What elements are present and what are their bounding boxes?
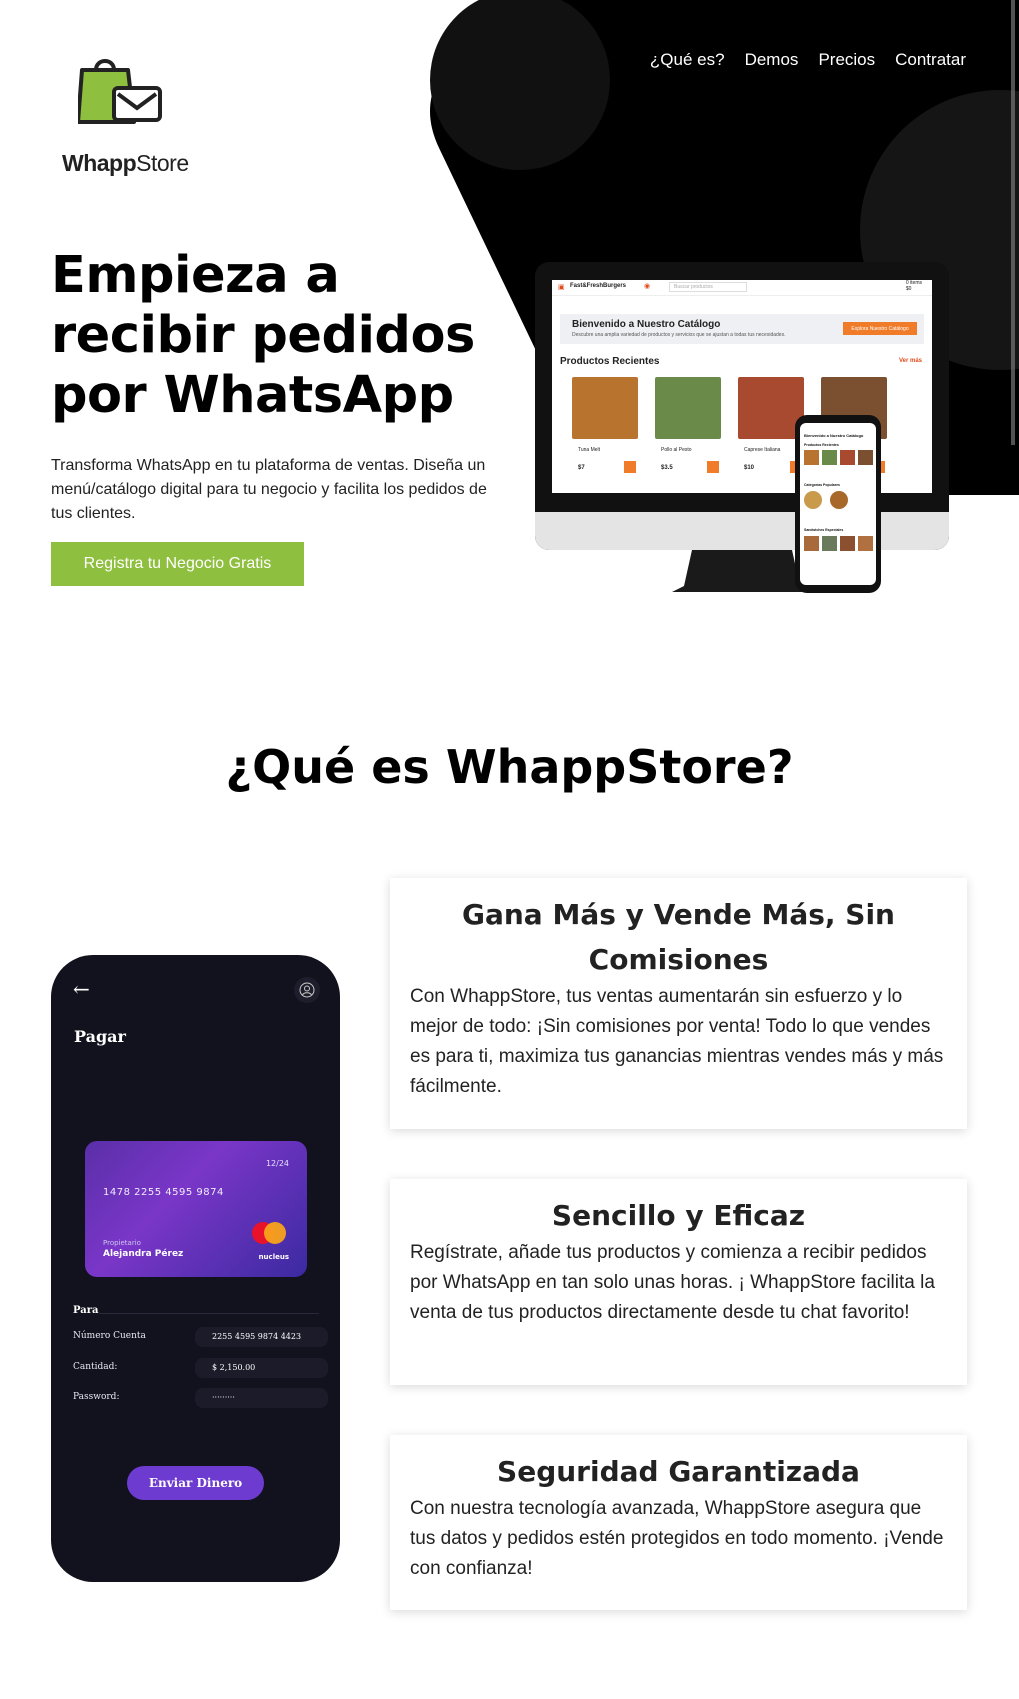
product-card[interactable]: Tuna Melt $7 (572, 377, 644, 477)
mastercard-icon (252, 1222, 286, 1244)
nav-precios[interactable]: Precios (818, 50, 875, 70)
send-money-button[interactable]: Enviar Dinero (127, 1466, 264, 1500)
add-to-cart-icon[interactable] (624, 461, 636, 473)
feature-text: Con WhappStore, tus ventas aumentarán si… (410, 986, 944, 1097)
password-row: Password: ········· (73, 1388, 328, 1408)
banner-description: Descubre una amplia variedad de producto… (572, 332, 786, 338)
user-icon[interactable] (294, 977, 320, 1003)
amount-field[interactable]: $ 2,150.00 (195, 1358, 328, 1378)
location-icon: ◉ (644, 283, 651, 290)
feature-text: Con nuestra tecnología avanzada, WhappSt… (410, 1498, 944, 1579)
catalog-banner: Bienvenido a Nuestro Catálogo Descubre u… (560, 314, 924, 344)
mini-product-image (804, 536, 819, 551)
mini-categories-title: Categorías Populares (804, 483, 840, 487)
hero-title: Empieza a recibir pedidos por WhatsApp (51, 246, 475, 425)
register-button[interactable]: Registra tu Negocio Gratis (51, 542, 304, 586)
product-price: $3.5 (661, 465, 673, 471)
mini-title: Bienvenido a Nuestro Catálogo (804, 433, 864, 438)
brand-logo[interactable]: WhappStore (62, 52, 202, 182)
nav-contratar[interactable]: Contratar (895, 50, 966, 70)
monitor-chin (535, 512, 949, 550)
feature-title: Seguridad Garantizada (497, 1455, 860, 1488)
card-brand: nucleus (258, 1253, 289, 1261)
account-row: Número Cuenta 2255 4595 9874 4423 (73, 1327, 328, 1347)
account-label: Número Cuenta (73, 1331, 146, 1341)
store-name: Fast&FreshBurgers (570, 283, 627, 289)
cart-summary[interactable]: 0 items $0 (906, 280, 922, 292)
mini-category-image (804, 491, 822, 509)
amount-row: Cantidad: $ 2,150.00 (73, 1358, 328, 1378)
password-label: Password: (73, 1392, 120, 1402)
see-more-link[interactable]: Ver más (899, 358, 922, 364)
product-image (655, 377, 721, 439)
product-name: Tuna Melt (578, 447, 601, 453)
catalog-search[interactable]: Buscar productos (669, 282, 747, 292)
banner-title: Bienvenido a Nuestro Catálogo (572, 319, 721, 330)
nav-que-es[interactable]: ¿Qué es? (650, 50, 725, 70)
card-expiry: 12/24 (265, 1159, 289, 1168)
mini-recent-title: Productos Recientes (804, 443, 839, 447)
add-to-cart-icon[interactable] (707, 461, 719, 473)
feature-text: Regístrate, añade tus productos y comien… (410, 1242, 935, 1323)
explore-button[interactable]: Explora Nuestro Catálogo (843, 322, 917, 335)
cart-logo-icon: ▣ (558, 284, 565, 291)
mini-category-image (830, 491, 848, 509)
mini-product-image (840, 536, 855, 551)
feature-card-commissions: Gana Más y Vende Más, Sin Comisiones Con… (390, 878, 967, 1129)
feature-card-security: Seguridad Garantizada Con nuestra tecnol… (390, 1435, 967, 1610)
mini-product-image (858, 450, 873, 465)
mini-product-image (822, 450, 837, 465)
hero-subtitle: Transforma WhatsApp en tu plataforma de … (51, 457, 487, 522)
amount-label: Cantidad: (73, 1362, 118, 1372)
card-owner-label: Propietario (103, 1239, 141, 1247)
product-name: Pollo al Pesto (661, 447, 692, 453)
catalog-topbar: ▣ Fast&FreshBurgers ◉ Buscar productos 0… (552, 280, 932, 296)
shopping-bag-mail-icon (78, 59, 162, 124)
payment-title: Pagar (74, 1027, 126, 1046)
mini-products (804, 450, 873, 465)
recent-products-title: Productos Recientes (560, 356, 660, 367)
product-name: Caprese Italiana (744, 447, 781, 453)
feature-card-simple: Sencillo y Eficaz Regístrate, añade tus … (390, 1179, 967, 1385)
mini-categories (804, 491, 848, 509)
mini-sandwiches (804, 536, 873, 551)
product-image (572, 377, 638, 439)
password-field[interactable]: ········· (195, 1388, 328, 1408)
to-label: Para (73, 1305, 99, 1316)
section-title: ¿Qué es WhappStore? (225, 740, 794, 794)
back-arrow-icon[interactable]: ← (73, 977, 90, 1001)
card-owner: Alejandra Pérez (103, 1249, 184, 1259)
mini-product-image (822, 536, 837, 551)
product-price: $10 (744, 465, 755, 471)
phone-screen: Bienvenido a Nuestro Catálogo Productos … (800, 423, 876, 585)
feature-title: Gana Más y Vende Más, Sin Comisiones (462, 898, 895, 976)
divider (99, 1313, 319, 1314)
mini-sandwiches-title: Sandwiches Especiales (804, 528, 844, 532)
account-field[interactable]: 2255 4595 9874 4423 (195, 1327, 328, 1347)
product-card[interactable]: Pollo al Pesto $3.5 (655, 377, 727, 477)
payment-phone-mockup: ← Pagar 12/24 1478 2255 4595 9874 Propie… (51, 955, 340, 1582)
brand-name: WhappStore (62, 150, 189, 176)
product-price: $7 (578, 465, 585, 471)
monitor-stand (672, 550, 812, 592)
card-number: 1478 2255 4595 9874 (103, 1187, 224, 1198)
credit-card: 12/24 1478 2255 4595 9874 Propietario Al… (85, 1141, 307, 1277)
feature-title: Sencillo y Eficaz (551, 1199, 806, 1232)
mini-product-image (840, 450, 855, 465)
main-nav: ¿Qué es? Demos Precios Contratar (650, 50, 966, 70)
nav-demos[interactable]: Demos (745, 50, 799, 70)
desktop-mockup: ▣ Fast&FreshBurgers ◉ Buscar productos 0… (535, 262, 949, 592)
mini-product-image (804, 450, 819, 465)
mini-product-image (858, 536, 873, 551)
phone-mockup: Bienvenido a Nuestro Catálogo Productos … (795, 415, 881, 593)
